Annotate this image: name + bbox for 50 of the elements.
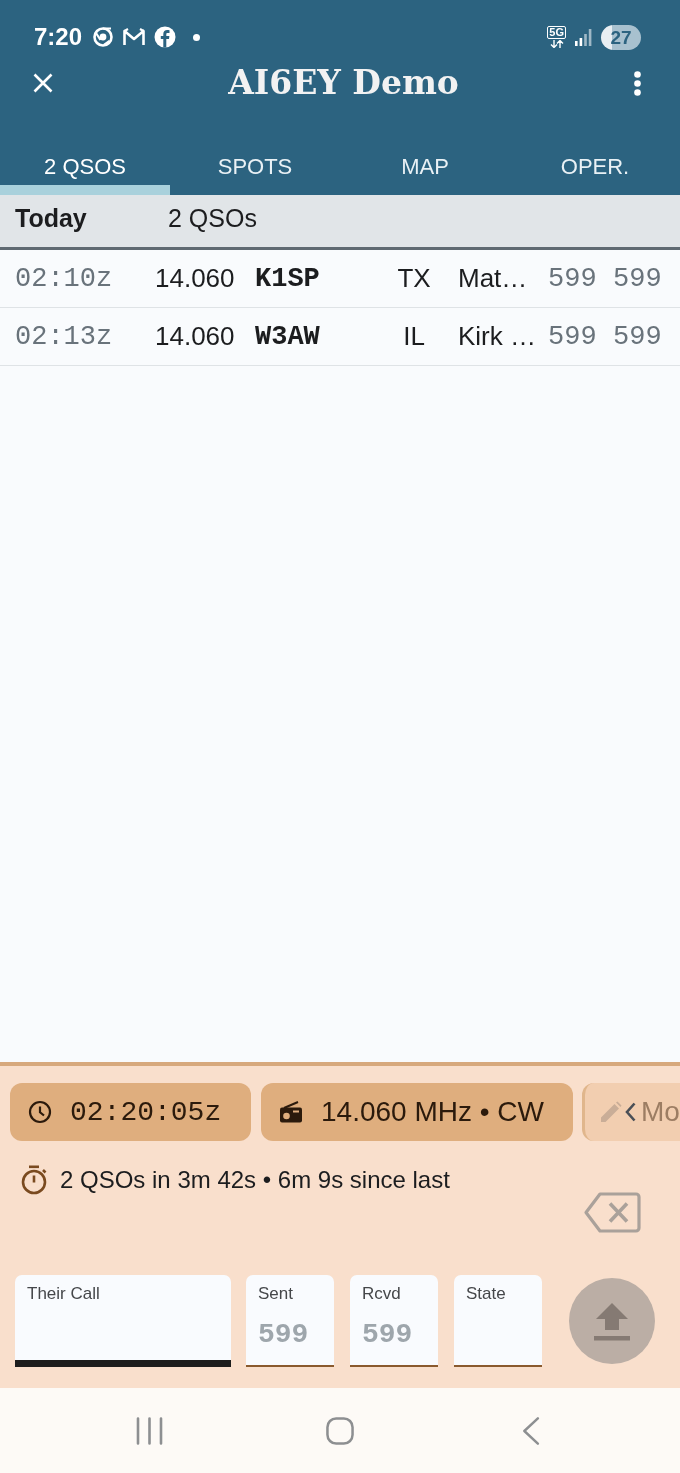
upload-icon: [594, 1301, 630, 1341]
qso-row[interactable]: 02:10z 14.060 K1SP TX Mat… 599 599: [0, 250, 680, 308]
backspace-icon[interactable]: [583, 1192, 641, 1233]
back-icon[interactable]: [522, 1416, 540, 1445]
input-field[interactable]: Their Call: [15, 1275, 231, 1367]
qso-time: 02:10z: [15, 263, 114, 294]
qso-frequency: 14.060: [155, 321, 236, 352]
stopwatch-icon: [20, 1165, 48, 1195]
sent-report: 599: [548, 263, 598, 294]
input-field[interactable]: Rcvd 599: [350, 1275, 438, 1367]
operator-name: Mat…: [458, 263, 529, 294]
battery-indicator: 27: [601, 24, 641, 50]
chevron-left-icon: [625, 1102, 636, 1122]
qso-row[interactable]: 02:13z 14.060 W3AW IL Kirk … 599 599: [0, 308, 680, 366]
qso-state: IL: [402, 321, 426, 352]
radio-icon: [279, 1100, 303, 1124]
input-field[interactable]: Sent 599: [246, 1275, 334, 1367]
signal-icon: [575, 28, 592, 46]
input-field[interactable]: State: [454, 1275, 542, 1367]
dot-icon: [193, 33, 201, 41]
aperture-icon: [93, 27, 114, 47]
network-type: 5G: [547, 26, 566, 39]
callsign: K1SP: [255, 263, 321, 294]
clock-icon: [28, 1100, 52, 1124]
mail-icon: [122, 27, 147, 47]
callsign: W3AW: [255, 321, 321, 352]
recent-apps-icon[interactable]: [135, 1416, 163, 1445]
operator-name: Kirk …: [458, 321, 537, 352]
section-title: Today: [15, 203, 88, 233]
qso-state: TX: [397, 263, 431, 294]
home-icon[interactable]: [326, 1416, 354, 1445]
tab[interactable]: SPOTS: [170, 140, 340, 195]
tab[interactable]: MAP: [340, 140, 510, 195]
time-button[interactable]: 02:20:05z: [10, 1083, 251, 1141]
qso-count: 2 QSOs: [168, 203, 257, 233]
more-icon[interactable]: [634, 70, 641, 96]
frequency-button[interactable]: 14.060 MHz • CW: [261, 1083, 573, 1141]
sent-report: 599: [548, 321, 598, 352]
tab[interactable]: OPER.: [510, 140, 680, 195]
app-title: AI6EY Demo: [227, 62, 460, 104]
status-time: 7:20: [34, 23, 83, 51]
qso-time: 02:13z: [15, 321, 114, 352]
received-report: 599: [613, 263, 663, 294]
data-arrows-icon: [548, 40, 565, 48]
close-icon[interactable]: [33, 73, 53, 93]
f-circle-icon: [154, 26, 177, 48]
received-report: 599: [613, 321, 663, 352]
pencil-icon: [600, 1101, 622, 1123]
qso-frequency: 14.060: [155, 263, 236, 294]
stats-text: 2 QSOs in 3m 42s • 6m 9s since last: [60, 1165, 450, 1195]
